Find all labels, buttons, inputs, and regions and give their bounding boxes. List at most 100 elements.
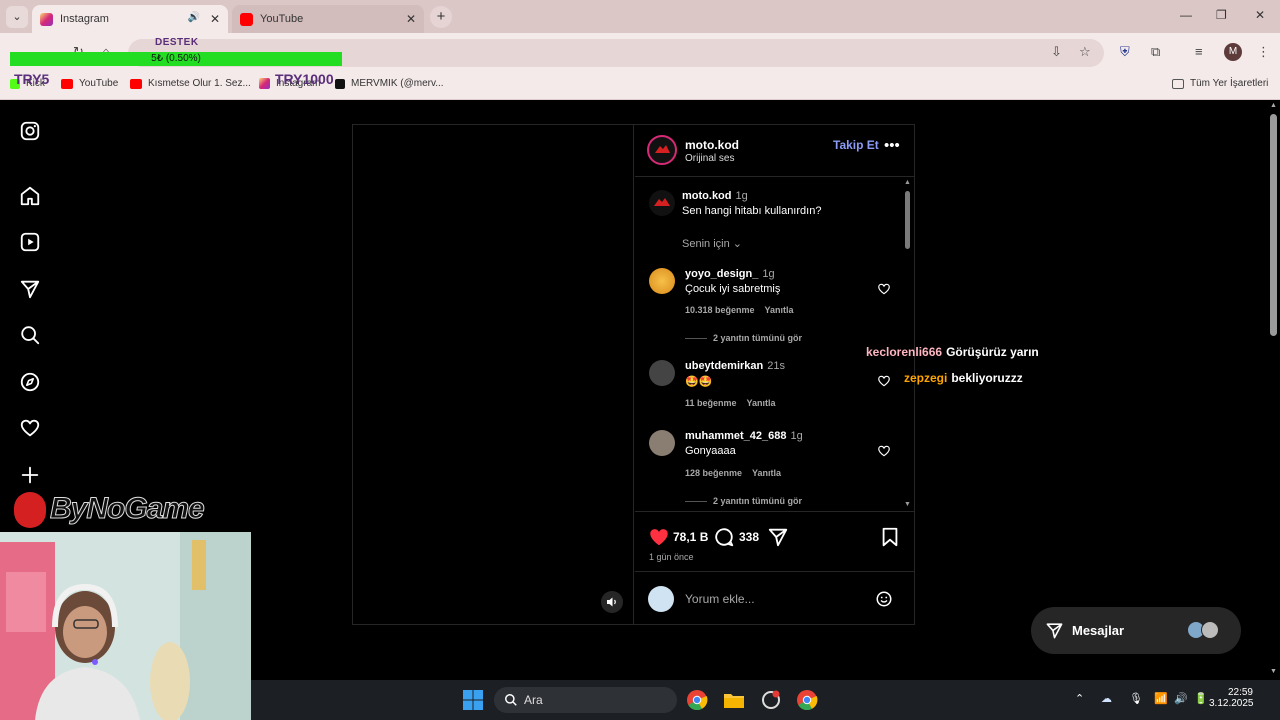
comment-likes[interactable]: 11 beğenme <box>685 398 737 408</box>
comment-text: 🤩🤩 <box>685 376 713 388</box>
liked-heart-icon[interactable] <box>648 526 670 548</box>
reply-button[interactable]: Yanıtla <box>752 468 781 478</box>
more-options-icon[interactable]: ••• <box>884 137 900 154</box>
volume-icon[interactable]: 🔊 <box>1174 692 1188 705</box>
battery-icon[interactable]: 🔋 <box>1194 692 1208 705</box>
comment-icon[interactable] <box>713 526 735 548</box>
add-comment-input[interactable]: Yorum ekle... <box>685 592 755 606</box>
caption-text: Sen hangi hitabı kullanırdın? <box>682 205 822 217</box>
webcam-image <box>0 532 251 720</box>
all-bookmarks[interactable]: Tüm Yer İşaretleri <box>1172 78 1268 89</box>
scroll-thumb[interactable] <box>1270 114 1277 336</box>
restore-icon[interactable]: ❐ <box>1216 8 1227 22</box>
media-control-icon[interactable]: ≡ <box>1195 44 1203 59</box>
author-username[interactable]: moto.kod <box>685 138 739 152</box>
chrome-icon[interactable] <box>686 689 708 711</box>
tab-instagram[interactable]: Instagram 🔊 ✕ <box>32 5 228 33</box>
minimize-icon[interactable]: — <box>1180 8 1192 22</box>
chat-text: bekliyoruzzz <box>951 371 1023 385</box>
commenter-avatar[interactable] <box>649 360 675 386</box>
chrome-active-icon[interactable] <box>796 689 818 711</box>
goal-start-label: TRY5 <box>14 71 50 87</box>
like-comment-heart-icon[interactable] <box>877 444 891 458</box>
comment-meta: 10.318 beğenme Yanıtla <box>685 305 804 315</box>
view-replies-button[interactable]: 2 yanıtın tümünü gör <box>685 333 802 343</box>
caption-username[interactable]: moto.kod 1g <box>682 190 748 202</box>
comment-count[interactable]: 338 <box>739 530 759 544</box>
folder-icon <box>1172 78 1184 89</box>
scroll-thumb[interactable] <box>905 191 910 249</box>
install-app-icon[interactable]: ⇩ <box>1051 44 1062 60</box>
page-scrollbar[interactable]: ▲ ▼ <box>1267 100 1280 680</box>
like-comment-heart-icon[interactable] <box>877 282 891 296</box>
onedrive-icon[interactable]: ☁ <box>1101 692 1112 705</box>
like-comment-heart-icon[interactable] <box>877 374 891 388</box>
author-avatar[interactable] <box>649 190 675 216</box>
save-bookmark-icon[interactable] <box>879 526 901 548</box>
tray-chevron-up-icon[interactable]: ⌃ <box>1075 692 1084 705</box>
commenter-avatar[interactable] <box>649 268 675 294</box>
bookmark-mervmik[interactable]: MERVMIK (@merv... <box>335 78 444 89</box>
close-tab-icon[interactable]: ✕ <box>406 12 416 26</box>
reply-button[interactable]: Yanıtla <box>765 305 794 315</box>
comment-text: Gonyaaaa <box>685 445 736 457</box>
bookmark-star-icon[interactable]: ☆ <box>1079 44 1091 60</box>
profile-avatar[interactable]: M <box>1224 43 1242 61</box>
home-icon[interactable] <box>19 185 41 207</box>
commenter-avatar[interactable] <box>649 430 675 456</box>
mute-toggle-icon[interactable] <box>601 591 623 613</box>
shield-extension-icon[interactable]: ⛨ <box>1120 44 1130 60</box>
microphone-icon[interactable]: 🎙 <box>1129 692 1143 705</box>
instagram-logo-icon[interactable] <box>19 120 41 142</box>
view-replies-button[interactable]: 2 yanıtın tümünü gör <box>685 496 802 506</box>
notifications-heart-icon[interactable] <box>19 417 41 439</box>
comment-likes[interactable]: 128 beğenme <box>685 468 742 478</box>
scroll-down-icon[interactable]: ▼ <box>904 501 911 508</box>
clock-time: 22:59 <box>1227 687 1253 698</box>
explore-icon[interactable] <box>19 371 41 393</box>
comment-likes[interactable]: 10.318 beğenme <box>685 305 755 315</box>
bookmark-youtube[interactable]: YouTube <box>61 78 118 89</box>
reply-button[interactable]: Yanıtla <box>747 398 776 408</box>
like-count[interactable]: 78,1 B <box>673 530 708 544</box>
taskbar-clock[interactable]: 22:59 3.12.2025 <box>1209 687 1254 709</box>
tab-label: Instagram <box>60 13 109 25</box>
author-avatar[interactable] <box>647 135 677 165</box>
commenter-username[interactable]: ubeytdemirkan 21s <box>685 360 785 372</box>
webcam-feed <box>0 532 251 720</box>
reels-icon[interactable] <box>19 231 41 253</box>
bookmark-kismetse[interactable]: Kısmetse Olur 1. Sez... <box>130 78 251 89</box>
close-window-icon[interactable]: ✕ <box>1255 8 1265 22</box>
follow-button[interactable]: Takip Et <box>833 138 879 152</box>
comment-meta: 128 beğenme Yanıtla <box>685 468 791 478</box>
wifi-icon[interactable]: 📶 <box>1154 692 1168 705</box>
tab-youtube[interactable]: YouTube ✕ <box>232 5 424 33</box>
audio-label[interactable]: Orijinal ses <box>685 153 734 164</box>
close-tab-icon[interactable]: ✕ <box>210 12 220 26</box>
tab-search-button[interactable]: ⌄ <box>6 6 28 28</box>
tab-label: YouTube <box>260 13 304 25</box>
sort-comments-dropdown[interactable]: Senin için ⌄ <box>682 237 742 250</box>
scroll-up-icon[interactable]: ▲ <box>904 179 911 186</box>
taskbar-search[interactable]: Ara <box>494 687 677 713</box>
new-tab-button[interactable]: + <box>430 6 452 28</box>
tab-audio-icon[interactable]: 🔊 <box>188 12 200 23</box>
windows-start-icon[interactable] <box>462 689 484 711</box>
reel-video[interactable] <box>353 125 634 624</box>
send-icon[interactable] <box>19 278 41 300</box>
create-plus-icon[interactable] <box>19 464 41 486</box>
extensions-icon[interactable]: ⧉ <box>1151 44 1160 60</box>
scroll-up-icon[interactable]: ▲ <box>1270 102 1277 109</box>
search-icon <box>505 694 517 706</box>
emoji-icon[interactable] <box>875 590 893 608</box>
commenter-username[interactable]: muhammet_42_688 1g <box>685 430 803 442</box>
app-icon[interactable] <box>760 689 782 711</box>
menu-icon[interactable]: ⋮ <box>1257 44 1270 60</box>
scroll-down-icon[interactable]: ▼ <box>1270 668 1277 675</box>
commenter-username[interactable]: yoyo_design_ 1g <box>685 268 775 280</box>
file-explorer-icon[interactable] <box>723 689 745 711</box>
search-icon[interactable] <box>19 324 41 346</box>
messages-button[interactable]: Mesajlar <box>1031 607 1241 654</box>
viewer-avatar[interactable] <box>648 586 674 612</box>
share-icon[interactable] <box>767 526 789 548</box>
